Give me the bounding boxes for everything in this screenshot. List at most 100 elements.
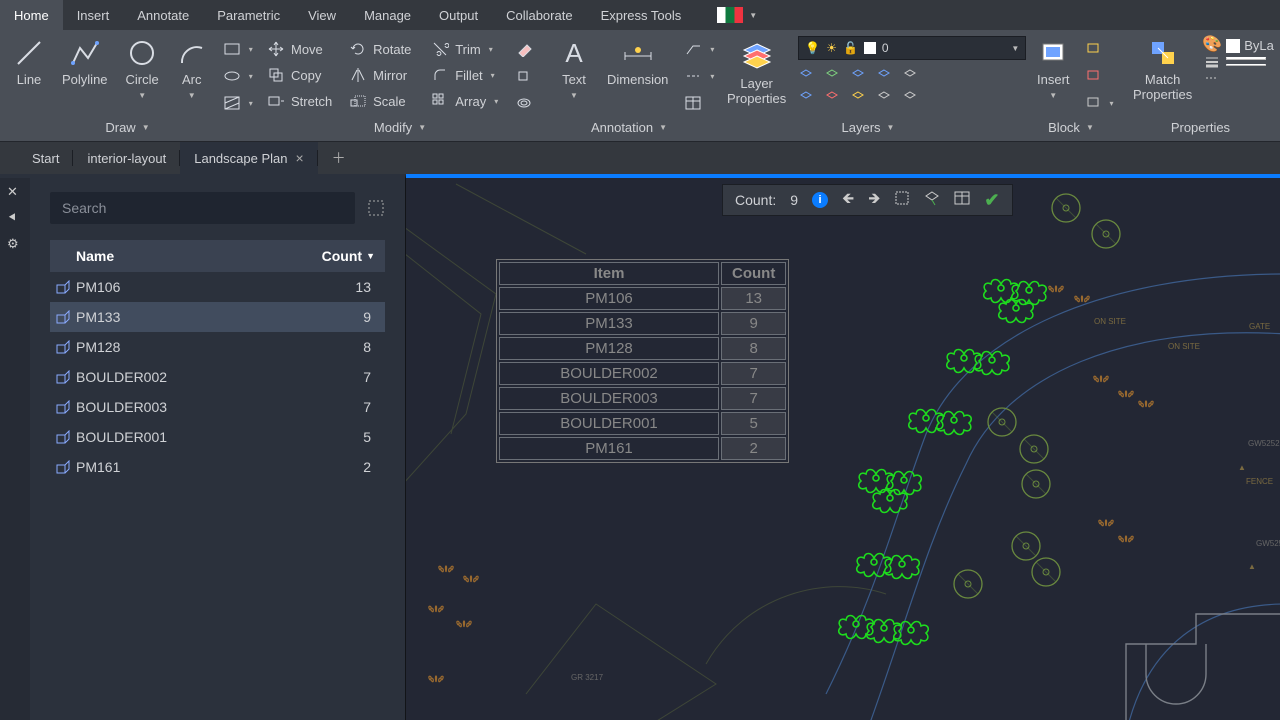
ribbon-tab-express[interactable]: Express Tools <box>587 0 696 30</box>
ribbon-tab-home[interactable]: Home <box>0 0 63 30</box>
layer-freeze-icon[interactable] <box>850 67 866 83</box>
color-wheel-icon[interactable]: 🎨 <box>1204 36 1220 52</box>
explode-tool[interactable] <box>511 63 537 89</box>
count-value: 9 <box>790 192 798 208</box>
svg-text:ON SITE: ON SITE <box>1094 317 1126 326</box>
layer-match-icon[interactable] <box>902 67 918 83</box>
lineweight-icon[interactable] <box>1204 53 1220 69</box>
ribbon-tabs: Home Insert Annotate Parametric View Man… <box>0 0 1280 30</box>
ribbon-tab-output[interactable]: Output <box>425 0 492 30</box>
block-ref-icon <box>50 430 76 444</box>
svg-text:GR 3217: GR 3217 <box>571 673 604 682</box>
layers-panel-label[interactable]: Layers▼ <box>721 116 1015 141</box>
settings-icon[interactable]: ⚙ <box>7 236 23 252</box>
ellipse-tool[interactable]: ▾ <box>219 63 257 89</box>
create-block-icon[interactable] <box>1082 36 1118 62</box>
block-panel-label[interactable]: Block▼ <box>1031 116 1111 141</box>
ribbon-tab-manage[interactable]: Manage <box>350 0 425 30</box>
file-tab-landscape[interactable]: Landscape Plan× <box>180 142 317 174</box>
svg-text:A: A <box>565 38 583 68</box>
offset-tool[interactable] <box>511 90 537 116</box>
layer-unlock-icon[interactable] <box>876 89 892 105</box>
extension-menu[interactable]: ▼ <box>707 0 767 30</box>
fillet-tool[interactable]: Fillet▾ <box>427 62 505 88</box>
prev-arrow-icon[interactable]: 🡸 <box>842 188 854 213</box>
close-palette-icon[interactable]: ✕ <box>7 184 23 200</box>
rotate-tool[interactable]: Rotate <box>345 36 421 62</box>
count-row[interactable]: PM10613 <box>50 272 385 302</box>
insert-table-icon[interactable] <box>954 190 970 210</box>
ribbon-tab-annotate[interactable]: Annotate <box>123 0 203 30</box>
array-tool[interactable]: Array▾ <box>427 88 505 114</box>
layer-dropdown[interactable]: 💡 ☀ 🔓 0 ▼ <box>798 36 1026 60</box>
search-input[interactable] <box>50 192 355 224</box>
erase-tool[interactable] <box>511 36 537 62</box>
layer-on-icon[interactable] <box>798 89 814 105</box>
drawing-canvas[interactable]: ON SITE ON SITE GATE FENCE GW5252 GW5252… <box>406 174 1280 720</box>
modify-panel-label[interactable]: Modify▼ <box>263 116 537 141</box>
new-tab-button[interactable]: ＋ <box>318 142 360 174</box>
circle-tool[interactable]: Circle▼ <box>120 36 165 102</box>
svg-text:GW5252: GW5252 <box>1248 439 1280 448</box>
highlight-icon[interactable] <box>924 190 940 210</box>
count-row[interactable]: BOULDER0015 <box>50 422 385 452</box>
linetype-icon[interactable] <box>1204 70 1220 86</box>
layer-change-icon[interactable] <box>902 89 918 105</box>
collapse-palette-icon[interactable]: ⯇ <box>7 210 23 226</box>
rectangle-tool[interactable]: ▾ <box>219 36 257 62</box>
count-palette: ✕ ⯇ ⚙ Name Count▼ PM10613PM1339PM1288BOU… <box>0 174 406 720</box>
stretch-tool[interactable]: Stretch <box>263 88 339 114</box>
count-column-header[interactable]: Count▼ <box>305 248 385 264</box>
count-row[interactable]: PM1339 <box>50 302 385 332</box>
check-icon[interactable]: ✔ <box>984 190 999 211</box>
bylayer-label: ByLa <box>1244 38 1274 53</box>
selection-icon[interactable] <box>367 199 385 217</box>
canvas-count-table[interactable]: ItemCount PM10613PM1339PM1288BOULDER0027… <box>496 259 789 463</box>
panel-divider[interactable] <box>406 174 1280 178</box>
edit-block-icon[interactable] <box>1082 63 1118 89</box>
zoom-extent-icon[interactable] <box>894 190 910 210</box>
text-tool[interactable]: AText▼ <box>553 36 595 102</box>
trim-tool[interactable]: Trim▾ <box>427 36 505 62</box>
layer-thaw-icon[interactable] <box>850 89 866 105</box>
svg-text:▲: ▲ <box>1238 463 1246 472</box>
match-properties-button[interactable]: Match Properties <box>1127 36 1198 104</box>
draw-panel-label[interactable]: Draw▼ <box>8 116 247 141</box>
hatch-tool[interactable]: ▾ <box>219 90 257 116</box>
ribbon-tab-view[interactable]: View <box>294 0 350 30</box>
polyline-tool[interactable]: Polyline <box>56 36 114 89</box>
ribbon-tab-collaborate[interactable]: Collaborate <box>492 0 587 30</box>
layer-off-icon[interactable] <box>798 67 814 83</box>
layer-uniso-icon[interactable] <box>824 89 840 105</box>
name-column-header[interactable]: Name <box>76 248 305 264</box>
next-arrow-icon[interactable]: 🡺 <box>868 188 880 213</box>
file-tab-start[interactable]: Start <box>18 142 73 174</box>
ribbon: Line Polyline Circle▼ Arc▼ ▾ ▾ ▾ Draw▼ M… <box>0 30 1280 142</box>
layer-iso-icon[interactable] <box>824 67 840 83</box>
mirror-tool[interactable]: Mirror <box>345 62 421 88</box>
move-tool[interactable]: Move <box>263 36 339 62</box>
annotation-panel-label[interactable]: Annotation▼ <box>553 116 705 141</box>
edit-attr-icon[interactable]: ▾ <box>1082 90 1118 116</box>
copy-tool[interactable]: Copy <box>263 62 339 88</box>
layer-lock-icon[interactable] <box>876 67 892 83</box>
count-row[interactable]: PM1612 <box>50 452 385 482</box>
line-tool[interactable]: Line <box>8 36 50 89</box>
insert-block-button[interactable]: Insert▼ <box>1031 36 1076 102</box>
layer-color-swatch <box>864 42 876 54</box>
layer-properties-button[interactable]: Layer Properties <box>721 36 792 108</box>
scale-tool[interactable]: Scale <box>345 88 421 114</box>
lock-icon: 🔓 <box>843 41 858 55</box>
block-ref-icon <box>50 310 76 324</box>
file-tab-interior[interactable]: interior-layout <box>73 142 180 174</box>
arc-tool[interactable]: Arc▼ <box>171 36 213 102</box>
svg-text:GATE: GATE <box>1249 322 1270 331</box>
ribbon-tab-parametric[interactable]: Parametric <box>203 0 294 30</box>
close-tab-icon[interactable]: × <box>295 150 303 166</box>
dimension-tool[interactable]: Dimension <box>601 36 674 89</box>
count-row[interactable]: PM1288 <box>50 332 385 362</box>
ribbon-tab-insert[interactable]: Insert <box>63 0 124 30</box>
count-row[interactable]: BOULDER0027 <box>50 362 385 392</box>
count-row[interactable]: BOULDER0037 <box>50 392 385 422</box>
info-icon[interactable]: i <box>812 192 828 208</box>
